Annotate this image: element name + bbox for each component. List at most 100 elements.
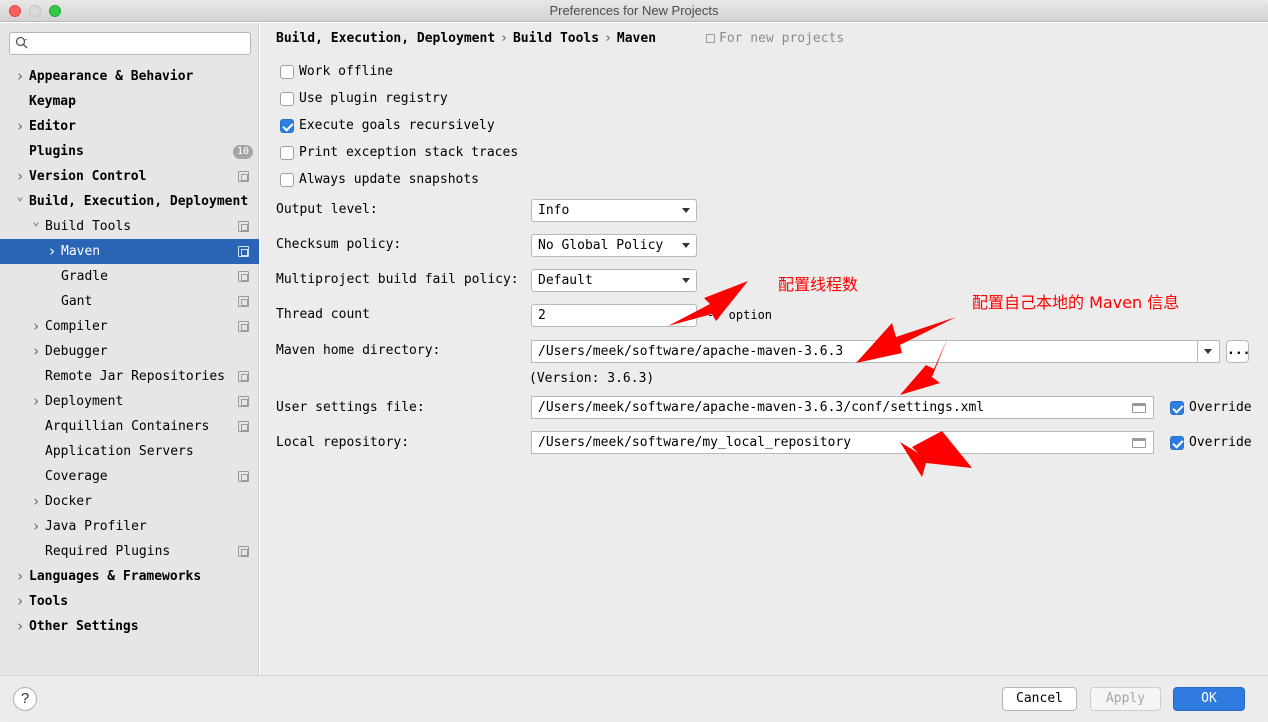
- apply-button[interactable]: Apply: [1090, 687, 1161, 711]
- chevron-right-icon[interactable]: ›: [30, 339, 42, 364]
- project-scope-icon: [238, 546, 249, 557]
- sidebar-item-label: Editor: [29, 119, 76, 134]
- maven-settings-panel: Build, Execution, Deployment › Build Tools…: [260, 23, 1268, 675]
- chevron-right-icon[interactable]: ›: [46, 239, 58, 264]
- sidebar-item-label: Required Plugins: [45, 544, 171, 559]
- breadcrumb-item: Maven: [616, 31, 657, 46]
- project-scope-icon: [238, 371, 249, 382]
- maven-version-label: (Version: 3.6.3): [529, 371, 655, 386]
- sidebar-item[interactable]: Coverage: [0, 464, 259, 489]
- chevron-right-icon[interactable]: ›: [30, 314, 42, 339]
- checksum-policy-label: Checksum policy:: [276, 237, 402, 252]
- multiproject-fail-policy-select[interactable]: Default: [531, 269, 697, 292]
- settings-sidebar: › Appearance & Behavior Keymap › Editor Plugi…: [0, 23, 259, 675]
- sidebar-item[interactable]: Application Servers: [0, 439, 259, 464]
- sidebar-item[interactable]: › Languages & Frameworks: [0, 564, 259, 589]
- sidebar-item[interactable]: ⌄ Build, Execution, Deployment: [0, 189, 259, 214]
- sidebar-item[interactable]: › Docker: [0, 489, 259, 514]
- thread-count-input[interactable]: 2: [531, 304, 697, 327]
- user-settings-input[interactable]: /Users/meek/software/apache-maven-3.6.3/…: [531, 396, 1154, 419]
- local-repository-input[interactable]: /Users/meek/software/my_local_repository: [531, 431, 1154, 454]
- sidebar-item-label: Version Control: [29, 169, 147, 184]
- use-plugin-registry-checkbox[interactable]: [280, 92, 294, 106]
- print-exception-stack-traces-checkbox[interactable]: [280, 146, 294, 160]
- sidebar-item-label: Gant: [61, 294, 93, 309]
- sidebar-item[interactable]: › Java Profiler: [0, 514, 259, 539]
- maven-home-input[interactable]: /Users/meek/software/apache-maven-3.6.3: [531, 340, 1198, 363]
- scope-label: For new projects: [706, 31, 844, 46]
- sidebar-item[interactable]: › Other Settings: [0, 614, 259, 639]
- sidebar-item-label: Remote Jar Repositories: [45, 369, 226, 384]
- maven-home-browse-button[interactable]: ...: [1226, 340, 1250, 363]
- chevron-right-icon[interactable]: ›: [14, 64, 26, 89]
- folder-icon[interactable]: [1132, 438, 1146, 448]
- work-offline-label: Work offline: [299, 64, 393, 79]
- project-scope-icon: [238, 171, 249, 182]
- search-icon: [15, 36, 28, 49]
- sidebar-item[interactable]: Arquillian Containers: [0, 414, 259, 439]
- chevron-right-icon[interactable]: ›: [30, 389, 42, 414]
- sidebar-item[interactable]: › Version Control: [0, 164, 259, 189]
- preferences-window: Preferences for New Projects › Appearance…: [0, 0, 1268, 722]
- folder-icon[interactable]: [1132, 403, 1146, 413]
- sidebar-item[interactable]: Required Plugins: [0, 539, 259, 564]
- use-plugin-registry-label: Use plugin registry: [299, 91, 448, 106]
- chevron-down-icon: [682, 243, 690, 248]
- user-settings-override-checkbox[interactable]: [1170, 401, 1184, 415]
- sidebar-item[interactable]: Plugins 10: [0, 139, 259, 164]
- breadcrumb-item[interactable]: Build, Execution, Deployment: [276, 31, 495, 46]
- sidebar-item[interactable]: › Deployment: [0, 389, 259, 414]
- ok-button[interactable]: OK: [1173, 687, 1245, 711]
- chevron-down-icon[interactable]: ⌄: [30, 214, 42, 239]
- chevron-right-icon[interactable]: ›: [14, 114, 26, 139]
- project-scope-icon: [706, 34, 715, 43]
- sidebar-item[interactable]: › Editor: [0, 114, 259, 139]
- chevron-right-icon[interactable]: ›: [14, 164, 26, 189]
- chevron-right-icon[interactable]: ›: [14, 589, 26, 614]
- sidebar-item-label: Languages & Frameworks: [29, 569, 202, 584]
- sidebar-item[interactable]: › Compiler: [0, 314, 259, 339]
- sidebar-item[interactable]: Remote Jar Repositories: [0, 364, 259, 389]
- print-exception-stack-traces-label: Print exception stack traces: [299, 145, 519, 160]
- project-scope-icon: [238, 246, 249, 257]
- sidebar-item[interactable]: › Debugger: [0, 339, 259, 364]
- sidebar-item[interactable]: ⌄ Build Tools: [0, 214, 259, 239]
- sidebar-item[interactable]: › Tools: [0, 589, 259, 614]
- sidebar-item-label: Docker: [45, 494, 92, 509]
- sidebar-item-label: Build Tools: [45, 219, 132, 234]
- sidebar-item[interactable]: › Appearance & Behavior: [0, 64, 259, 89]
- chevron-right-icon[interactable]: ›: [30, 514, 42, 539]
- multiproject-fail-policy-value: Default: [538, 273, 593, 288]
- annotation-thread-note: 配置线程数: [778, 275, 859, 294]
- window-title: Preferences for New Projects: [549, 3, 719, 18]
- settings-search-input[interactable]: [9, 32, 251, 55]
- cancel-button[interactable]: Cancel: [1002, 687, 1077, 711]
- execute-goals-recursively-label: Execute goals recursively: [299, 118, 495, 133]
- sidebar-item[interactable]: Keymap: [0, 89, 259, 114]
- chevron-right-icon[interactable]: ›: [30, 489, 42, 514]
- sidebar-item-label: Build, Execution, Deployment: [29, 194, 249, 209]
- help-button[interactable]: ?: [13, 687, 37, 711]
- breadcrumb-item[interactable]: Build Tools: [513, 31, 599, 46]
- breadcrumb-separator: ›: [604, 31, 612, 46]
- chevron-right-icon[interactable]: ›: [14, 564, 26, 589]
- sidebar-item-label: Coverage: [45, 469, 108, 484]
- sidebar-item[interactable]: Gant: [0, 289, 259, 314]
- output-level-select[interactable]: Info: [531, 199, 697, 222]
- sidebar-item[interactable]: › Maven: [0, 239, 259, 264]
- output-level-label: Output level:: [276, 202, 378, 217]
- maven-home-label: Maven home directory:: [276, 343, 441, 358]
- maven-home-dropdown-button[interactable]: [1198, 340, 1220, 363]
- user-settings-label: User settings file:: [276, 400, 425, 415]
- sidebar-item[interactable]: Gradle: [0, 264, 259, 289]
- sidebar-item-label: Application Servers: [45, 444, 194, 459]
- always-update-snapshots-checkbox[interactable]: [280, 173, 294, 187]
- chevron-right-icon[interactable]: ›: [14, 614, 26, 639]
- title-bar: Preferences for New Projects: [0, 0, 1268, 22]
- checksum-policy-select[interactable]: No Global Policy: [531, 234, 697, 257]
- chevron-down-icon[interactable]: ⌄: [14, 189, 26, 214]
- work-offline-checkbox[interactable]: [280, 65, 294, 79]
- local-repository-override-checkbox[interactable]: [1170, 436, 1184, 450]
- project-scope-icon: [238, 296, 249, 307]
- execute-goals-recursively-checkbox[interactable]: [280, 119, 294, 133]
